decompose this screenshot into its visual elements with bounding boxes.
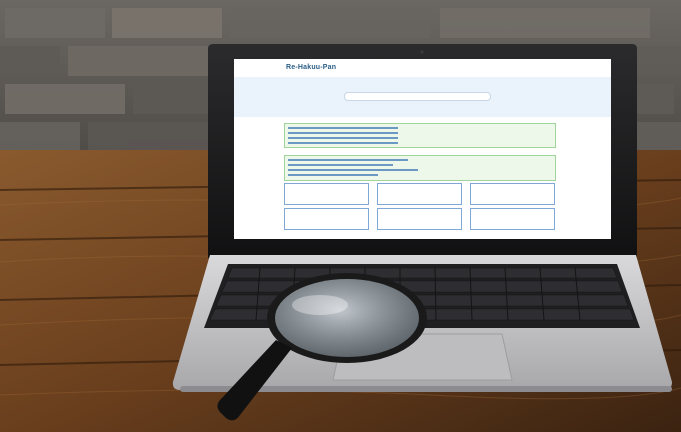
site-search-input — [344, 92, 491, 101]
feature-card-2 — [377, 183, 462, 205]
news-line — [288, 142, 398, 144]
news-box — [284, 123, 556, 148]
site-header: Re-Hakuu-Pan — [234, 59, 611, 77]
feature-card-4 — [284, 208, 369, 230]
feature-card-5 — [377, 208, 462, 230]
news-line — [288, 137, 398, 139]
notice-line — [288, 174, 378, 176]
photograph: Re-Hakuu-Pan — [0, 0, 681, 432]
notice-line — [288, 169, 418, 171]
feature-card-1 — [284, 183, 369, 205]
notice-box — [284, 155, 556, 181]
laptop-screen: Re-Hakuu-Pan — [234, 59, 611, 239]
notice-line — [288, 164, 393, 166]
notice-line — [288, 159, 408, 161]
site-hero — [234, 77, 611, 117]
news-line — [288, 127, 398, 129]
site-logo: Re-Hakuu-Pan — [286, 64, 337, 71]
news-line — [288, 132, 398, 134]
feature-card-3 — [470, 183, 555, 205]
webcam-icon — [420, 50, 424, 54]
feature-card-6 — [470, 208, 555, 230]
magnifier-lens — [275, 279, 419, 357]
